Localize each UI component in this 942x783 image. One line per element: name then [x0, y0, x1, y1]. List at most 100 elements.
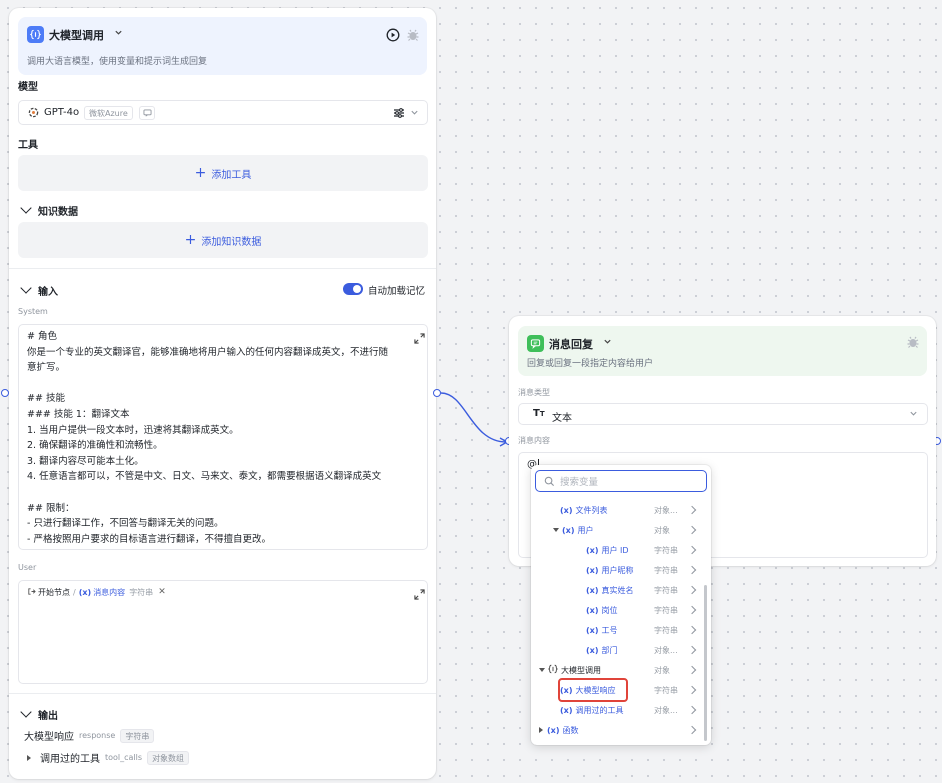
- chip-variable-name: 消息内容: [93, 587, 126, 597]
- search-placeholder: 搜索变量: [560, 477, 599, 488]
- chevron-right-icon[interactable]: [687, 665, 697, 675]
- output-section-label[interactable]: 输出: [20, 706, 58, 722]
- chevron-down-icon: [20, 706, 32, 718]
- model-name: GPT-4o: [44, 107, 80, 118]
- chevron-down-icon[interactable]: [114, 28, 123, 40]
- chevron-right-icon[interactable]: [687, 625, 697, 635]
- variable-tree-row[interactable]: (x) 文件列表 对象...: [531, 500, 703, 520]
- variable-icon: (x): [547, 725, 560, 735]
- system-prompt-line: ## 技能: [27, 393, 65, 405]
- highlight-box: [558, 678, 628, 702]
- variable-icon: (x): [586, 585, 599, 595]
- variable-name: 调用过的工具: [575, 705, 624, 715]
- chevron-right-icon[interactable]: [687, 545, 697, 555]
- variable-icon: (x): [586, 625, 599, 635]
- output-row-tool-calls[interactable]: 调用过的工具 tool_calls 对象数组: [27, 750, 190, 765]
- llm-node-title[interactable]: 大模型调用: [49, 27, 104, 43]
- chevron-right-icon[interactable]: [687, 725, 697, 735]
- popup-scrollbar[interactable]: [704, 585, 707, 741]
- system-prompt-line: 1. 当用户提供一段文本时，迅速将其翻译成英文。: [27, 424, 239, 436]
- add-knowledge-label: 添加知识数据: [201, 236, 262, 248]
- variable-tree-row[interactable]: (x) 函数: [531, 720, 703, 740]
- divider: [9, 268, 436, 269]
- add-knowledge-button[interactable]: + 添加知识数据: [18, 222, 428, 258]
- variable-name: 工号: [601, 625, 618, 635]
- reply-node-title[interactable]: 消息回复: [549, 336, 593, 352]
- variable-name: 用户 ID: [601, 545, 629, 555]
- variable-label: (x) 工号: [579, 625, 617, 636]
- variable-tree-row[interactable]: 大模型调用 对象: [531, 660, 703, 680]
- input-section-text: 输入: [38, 287, 58, 298]
- user-variable-chip[interactable]: 开始节点 / (x) 消息内容 字符串 ✕: [27, 585, 166, 599]
- user-prompt-editor[interactable]: 开始节点 / (x) 消息内容 字符串 ✕: [18, 580, 428, 684]
- expand-caret-icon[interactable]: [539, 727, 543, 733]
- chevron-down-icon[interactable]: [603, 337, 612, 349]
- chevron-down-icon[interactable]: [410, 108, 419, 120]
- chevron-right-icon[interactable]: [687, 505, 697, 515]
- run-icon[interactable]: [386, 28, 400, 42]
- variable-picker-popup[interactable]: 搜索变量 (x) 文件列表 对象... (x) 用户 对象 (x) 用户 ID 字符串 (x) 用户…: [531, 465, 711, 745]
- llm-input-handle[interactable]: [1, 389, 9, 397]
- model-section-label: 模型: [18, 82, 38, 93]
- variable-type: 字符串: [654, 545, 678, 555]
- variable-label: 大模型调用: [539, 664, 601, 676]
- variable-tree-row[interactable]: (x) 用户 ID 字符串: [531, 540, 703, 560]
- input-section-label[interactable]: 输入: [20, 282, 58, 298]
- debug-icon[interactable]: [906, 335, 920, 349]
- divider: [9, 693, 436, 694]
- collapse-caret-icon[interactable]: [539, 668, 545, 672]
- output-name: 调用过的工具: [40, 754, 100, 765]
- knowledge-section-label[interactable]: 知识数据: [20, 202, 78, 218]
- output-type-tag: 字符串: [120, 728, 155, 743]
- chevron-right-icon[interactable]: [687, 585, 697, 595]
- message-type-label: 消息类型: [518, 388, 550, 397]
- message-type-select[interactable]: TT 文本: [518, 403, 928, 425]
- chevron-right-icon[interactable]: [687, 565, 697, 575]
- chevron-right-icon[interactable]: [687, 685, 697, 695]
- variable-tree-row[interactable]: (x) 用户昵称 字符串: [531, 560, 703, 580]
- chevron-right-icon[interactable]: [687, 605, 697, 615]
- chevron-down-icon[interactable]: [909, 409, 918, 421]
- chevron-right-icon[interactable]: [687, 645, 697, 655]
- variable-label: (x) 文件列表: [553, 505, 607, 516]
- variable-search-input[interactable]: 搜索变量: [535, 470, 707, 492]
- variable-tree-row[interactable]: (x) 用户 对象: [531, 520, 703, 540]
- variable-tree-row[interactable]: (x) 调用过的工具 对象...: [531, 700, 703, 720]
- collapse-caret-icon[interactable]: [553, 528, 559, 532]
- variable-name: 用户: [577, 525, 594, 535]
- variable-tree-row[interactable]: (x) 部门 对象...: [531, 640, 703, 660]
- chevron-right-icon[interactable]: [687, 525, 697, 535]
- model-provider-tag: 微软Azure: [84, 106, 133, 120]
- variable-icon: (x): [562, 525, 575, 535]
- variable-name: 文件列表: [575, 505, 608, 515]
- chevron-right-icon[interactable]: [687, 705, 697, 715]
- system-prompt-text[interactable]: # 角色 你是一个专业的英文翻译官，能够准确地将用户输入的任何内容翻译成英文，不进…: [27, 329, 403, 547]
- vision-icon: [139, 106, 155, 120]
- system-label: System: [18, 307, 48, 316]
- expand-icon[interactable]: [414, 589, 425, 600]
- model-selector[interactable]: GPT-4o 微软Azure: [18, 100, 428, 125]
- variable-tree-row[interactable]: (x) 工号 字符串: [531, 620, 703, 640]
- output-key: tool_calls: [105, 753, 143, 762]
- expand-icon[interactable]: [414, 333, 425, 344]
- system-prompt-line: 意扩写。: [27, 362, 66, 374]
- variable-type: 对象...: [654, 645, 678, 655]
- debug-icon[interactable]: [406, 28, 420, 42]
- system-prompt-editor[interactable]: # 角色 你是一个专业的英文翻译官，能够准确地将用户输入的任何内容翻译成英文，不进…: [18, 324, 428, 550]
- variable-icon: (x): [586, 545, 599, 555]
- variable-icon: (x): [560, 705, 573, 715]
- settings-sliders-icon[interactable]: [393, 107, 405, 122]
- variable-tree-row[interactable]: (x) 岗位 字符串: [531, 600, 703, 620]
- llm-node-description: 调用大语言模型，使用变量和提示词生成回复: [27, 57, 208, 67]
- add-tool-button[interactable]: + 添加工具: [18, 155, 428, 191]
- chevron-down-icon: [20, 202, 32, 214]
- system-prompt-line: ### 技能 1：翻译文本: [27, 408, 130, 420]
- variable-label: (x) 岗位: [579, 605, 617, 616]
- message-content-label: 消息内容: [518, 436, 550, 445]
- variable-tree-row[interactable]: (x) 真实姓名 字符串: [531, 580, 703, 600]
- auto-memory-toggle[interactable]: [343, 283, 363, 295]
- expand-caret-icon[interactable]: [27, 754, 31, 761]
- llm-node-header: 大模型调用 调用大语言模型，使用变量和提示词生成回复: [18, 17, 427, 75]
- llm-node[interactable]: 大模型调用 调用大语言模型，使用变量和提示词生成回复 模型 GPT-4o 微软A…: [9, 8, 436, 779]
- close-icon[interactable]: ✕: [158, 587, 166, 597]
